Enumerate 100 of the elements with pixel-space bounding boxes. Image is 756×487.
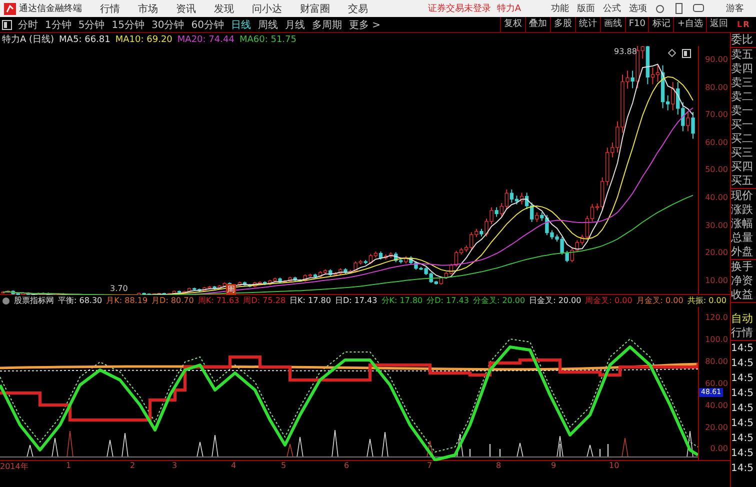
toolbar-button[interactable]: F10	[624, 17, 648, 32]
section-label: 行情	[731, 326, 754, 340]
login-status[interactable]: 证券交易未登录	[428, 2, 491, 15]
indicator-value: 日金叉: 20.00	[529, 296, 582, 306]
menu-item[interactable]: 公式	[603, 2, 621, 15]
period-tab[interactable]: 1分钟	[45, 18, 72, 32]
period-tab[interactable]: 30分钟	[151, 18, 184, 32]
panel-toggle-icon[interactable]	[2, 20, 12, 30]
axis-label: 60.00	[705, 138, 728, 147]
trade-time: 14:5	[731, 342, 754, 356]
indicator-value: 日D: 17.43	[334, 296, 378, 306]
trade-time: 14:5	[731, 462, 754, 476]
menu-item[interactable]: 问小达	[252, 2, 282, 16]
trade-time: 14:5	[731, 432, 754, 446]
axis-label: 100.0	[705, 335, 728, 344]
period-tab[interactable]: 60分钟	[191, 18, 224, 32]
menu-item[interactable]: 发现	[214, 2, 234, 16]
toolbar-button[interactable]: 叠加	[524, 17, 550, 32]
quote-field-label: 卖四	[731, 62, 754, 76]
indicator-value: 月D: 80.70	[152, 296, 194, 306]
period-tab[interactable]: 日线	[230, 18, 251, 32]
axis-label: 50.00	[705, 165, 728, 174]
menu-item[interactable]: 版面	[577, 2, 595, 15]
date-label: 6	[344, 461, 350, 470]
diamond-icon[interactable]	[668, 49, 676, 57]
quote-field-label: 买一	[731, 118, 754, 132]
quote-field-label: 委比	[731, 33, 754, 47]
axis-label: 20.00	[705, 248, 728, 258]
user-name[interactable]: 游客	[726, 2, 744, 15]
axis-label: 120.0	[705, 313, 728, 322]
trade-time: 14:5	[731, 417, 754, 431]
menu-item[interactable]: 资讯	[176, 2, 196, 16]
axis-label: 10.00	[705, 276, 728, 285]
date-label: 1	[66, 461, 72, 470]
corner-mark: L	[737, 20, 742, 29]
toolbar-button[interactable]: 标记	[648, 17, 674, 32]
date-label: 2	[130, 461, 136, 470]
menu-item[interactable]: 市场	[138, 2, 158, 16]
app-title: 通达信金融终端	[19, 2, 82, 15]
quote-field-label: 买五	[731, 174, 754, 188]
axis-label: 80.00	[705, 357, 728, 366]
period-tab[interactable]: 月线	[284, 18, 305, 32]
quote-field-label: 收益	[731, 288, 754, 302]
auto-mode-label[interactable]: 自动	[731, 311, 756, 326]
date-label: 2014年	[0, 461, 28, 472]
axis-label: 40.00	[705, 193, 728, 202]
toolbar-button[interactable]: 多股	[550, 17, 575, 32]
date-label: 7	[427, 461, 432, 470]
period-tab[interactable]: 分时	[18, 18, 38, 32]
moving-average-value: MA20: 74.44	[177, 34, 234, 44]
period-tab[interactable]: 多周期	[312, 18, 342, 32]
event-marker[interactable]: 周	[226, 284, 236, 295]
toolbar-button[interactable]: 统计	[574, 17, 600, 32]
date-label: 4	[231, 461, 236, 470]
panel-icon[interactable]	[682, 49, 691, 58]
axis-label: 60.00	[705, 378, 728, 388]
indicator-value: 月金叉: 0.00	[636, 296, 684, 306]
app-logo-icon	[4, 2, 16, 14]
axis-label: 90.00	[705, 55, 728, 64]
toolbar-button[interactable]: 画线	[600, 17, 625, 32]
moving-average-value: MA10: 69.20	[115, 34, 172, 44]
toolbar-button[interactable]: 复权	[500, 17, 525, 32]
quote-field-label: 换手	[731, 260, 754, 274]
period-tab[interactable]: 15分钟	[112, 18, 144, 32]
period-tab[interactable]: 周线	[258, 18, 278, 32]
date-label: 8	[496, 461, 502, 470]
moving-average-value: MA5: 66.81	[59, 34, 110, 44]
menu-item[interactable]: 行情	[100, 2, 120, 16]
period-tab[interactable]: 更多 >	[348, 18, 381, 32]
axis-label: 80.00	[705, 82, 728, 92]
indicator-value: 周K: 71.63	[198, 296, 240, 306]
indicator-value: 周金叉: 0.00	[585, 296, 632, 306]
date-label: 10	[609, 461, 620, 470]
axis-label: 0.00	[710, 444, 728, 454]
quote-field-label: 买四	[731, 160, 754, 174]
toolbar-button[interactable]: 返回	[706, 17, 731, 32]
quote-field-label: 卖二	[731, 90, 754, 104]
period-tab[interactable]: 5分钟	[78, 18, 105, 32]
low-price-label: 3.70	[110, 284, 128, 293]
stock-name: 特力A	[496, 2, 521, 15]
trade-time: 14:5	[731, 372, 754, 386]
menu-item[interactable]: 功能	[551, 2, 569, 15]
menu-item[interactable]: 财富圈	[300, 2, 330, 16]
trade-time: 14:5	[731, 447, 754, 461]
trade-time: 14:5	[731, 357, 754, 371]
toolbar-button[interactable]: +自选	[673, 17, 706, 32]
date-label: 5	[281, 461, 286, 470]
indicator-value: 分金叉: 20.00	[472, 296, 526, 306]
chart-title: 特力A (日线)	[2, 34, 54, 46]
quote-field-label: 净资	[731, 274, 754, 288]
quote-field-label: 卖三	[731, 76, 754, 90]
quote-field-label: 卖一	[731, 104, 754, 118]
quote-field-label: 涨跌	[731, 203, 754, 217]
indicator-value: 日K: 17.80	[290, 296, 331, 306]
menu-item[interactable]: 交易	[348, 2, 368, 16]
moving-average-value: MA60: 51.75	[239, 34, 296, 44]
axis-label: 70.00	[705, 110, 728, 120]
date-label: 9	[551, 461, 556, 470]
axis-label: 20.00	[705, 422, 728, 432]
menu-item[interactable]: 选项	[629, 2, 647, 15]
